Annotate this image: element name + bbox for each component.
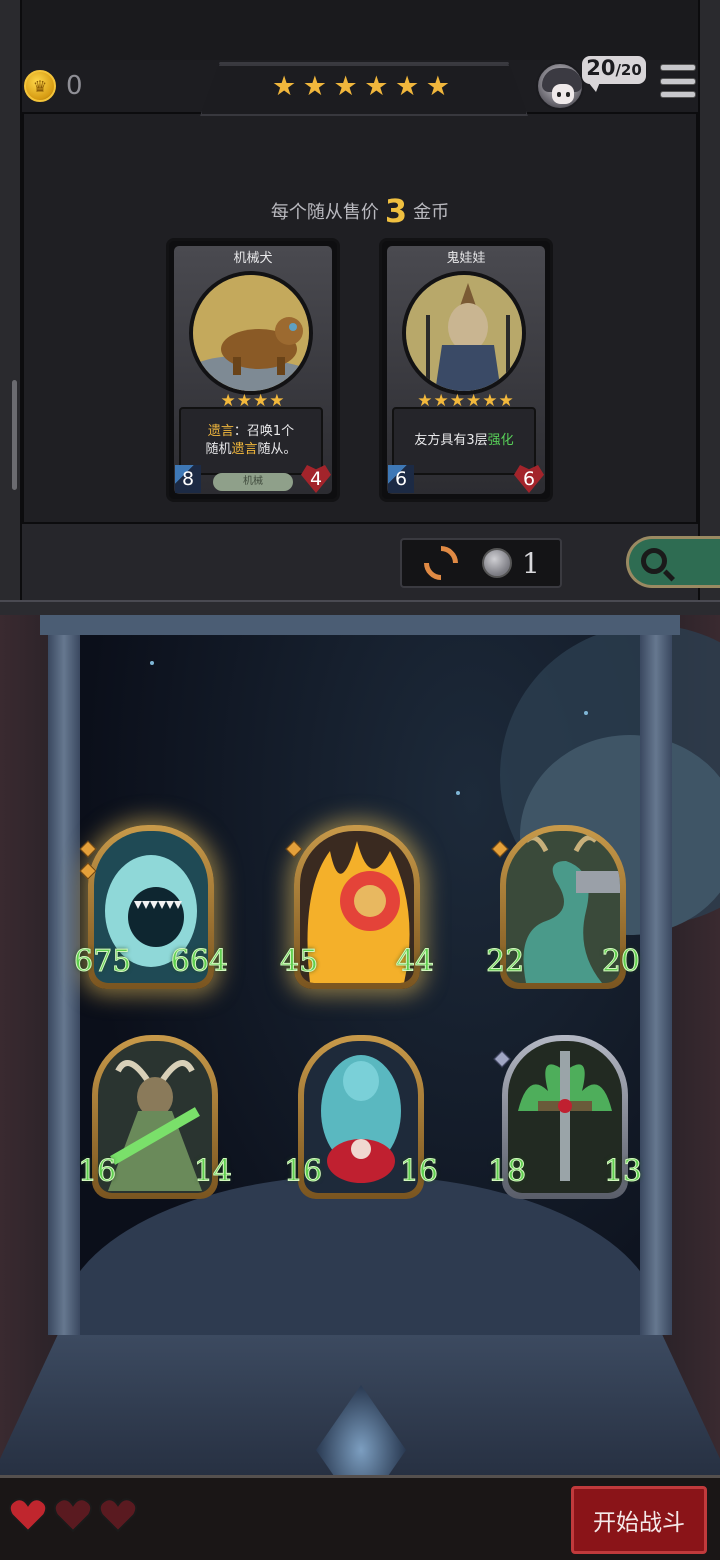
minion-health: 16: [399, 1154, 438, 1190]
turn-counter-current: 20: [586, 56, 616, 80]
card-desc-line: 友方具有3层强化: [414, 432, 513, 450]
minion-attack: 18: [487, 1154, 527, 1190]
desc-text: 友方具有3层: [414, 433, 488, 448]
card-desc-line: 随机遗言随从。: [205, 441, 296, 459]
shop-frame-left: [0, 0, 22, 615]
heart-icon: [98, 1497, 138, 1533]
board-pillar-right: [640, 615, 672, 1335]
minion-health: 44: [395, 944, 434, 980]
refresh-icon: [416, 538, 466, 588]
tier-star-icon: ★: [302, 70, 327, 102]
minion-attack: 16: [77, 1154, 117, 1190]
tier-star-icon: ★: [395, 70, 420, 102]
shop-frame-right: [698, 0, 720, 615]
scrollbar-thumb[interactable]: [12, 380, 17, 490]
shop-frame-bottom: [0, 600, 720, 615]
tier-star-icon: ★: [272, 70, 297, 102]
tier-star-icon: ★: [364, 70, 389, 102]
minion-attack: 16: [283, 1154, 323, 1190]
battle-board: 675 664 45 44 22 20 16 14 16 16 18 13 开始…: [0, 615, 720, 1560]
sky-star: [456, 791, 460, 795]
avatar-eye: [566, 92, 570, 97]
turn-counter-max: /20: [615, 61, 642, 79]
silver-coin-icon: [482, 548, 512, 578]
card-desc-line: 遗言：召唤1个: [208, 423, 294, 441]
minion-attack: 22: [485, 944, 525, 980]
tavern-tier-stars: ★ ★ ★ ★ ★ ★: [272, 70, 450, 102]
search-button[interactable]: [626, 536, 720, 588]
sell-price-value: 3: [384, 192, 408, 230]
desc-text: 随从。: [257, 442, 297, 457]
crown-coin-icon: ♛: [24, 70, 56, 102]
refresh-shop-button[interactable]: 1: [400, 538, 562, 588]
player-avatar[interactable]: [536, 62, 584, 110]
menu-bar: [660, 91, 696, 98]
sell-prefix: 每个随从售价: [270, 202, 379, 223]
sky-star: [584, 711, 588, 715]
card-attack: 8: [175, 465, 201, 493]
shop-panel: ★ ★ ★ ★ ★ ★ ♛ 0 20/20 每个随从售价 3 金币 机械犬 ★★…: [0, 0, 720, 615]
keyword-deathrattle: 遗言: [207, 424, 234, 439]
search-icon-handle: [662, 569, 676, 582]
keyword-empower: 强化: [487, 433, 514, 448]
minion-attack: 675: [73, 944, 132, 980]
tier-star-icon: ★: [425, 70, 450, 102]
card-art-ghost-doll: [402, 271, 526, 395]
card-attack: 6: [388, 465, 414, 493]
shop-inner-panel: [22, 112, 698, 524]
board-minion-6[interactable]: 18 13: [487, 1035, 643, 1199]
heart-icon: [53, 1497, 93, 1533]
minion-health: 13: [603, 1154, 642, 1190]
minion-health: 14: [193, 1154, 232, 1190]
sky-star: [150, 661, 154, 665]
lives-indicator: [8, 1497, 143, 1533]
start-battle-button[interactable]: 开始战斗: [571, 1486, 707, 1554]
sell-suffix: 金币: [413, 202, 450, 223]
board-minion-4[interactable]: 16 14: [77, 1035, 233, 1199]
menu-button[interactable]: [660, 64, 696, 98]
keyword-deathrattle: 遗言: [231, 442, 258, 457]
heart-icon: [8, 1497, 48, 1533]
gold-counter: ♛ 0: [24, 70, 83, 102]
card-tribe-badge: 机械: [213, 473, 293, 491]
card-art-mech-dog: [189, 271, 313, 395]
board-minion-2[interactable]: 45 44: [279, 825, 435, 989]
shop-lower-panel: [22, 524, 698, 600]
minion-health: 20: [601, 944, 640, 980]
shop-card-mech-dog[interactable]: 机械犬 ★★★★ 遗言：召唤1个 随机遗言随从。 8 机械 4: [166, 238, 340, 502]
card-name: 机械犬: [233, 251, 273, 266]
search-icon: [641, 548, 667, 574]
turn-counter-bubble: 20/20: [582, 56, 646, 92]
tier-star-icon: ★: [333, 70, 358, 102]
gold-value: 0: [66, 71, 83, 101]
shop-frame-top: [0, 0, 720, 60]
avatar-face: [552, 84, 574, 104]
refresh-cost: 1: [522, 546, 540, 580]
shop-card-ghost-doll[interactable]: 鬼娃娃 ★★★★★★ 友方具有3层强化 6 6: [379, 238, 553, 502]
avatar-eye: [557, 92, 561, 97]
sell-price-text: 每个随从售价 3 金币: [0, 192, 720, 230]
board-minion-5[interactable]: 16 16: [283, 1035, 439, 1199]
board-top-bar: [40, 615, 680, 635]
minion-health: 664: [170, 944, 228, 980]
desc-text: ：召唤1个: [233, 424, 295, 439]
menu-bar: [660, 77, 696, 85]
minion-attack: 45: [279, 944, 319, 980]
board-minion-1[interactable]: 675 664: [73, 825, 229, 989]
menu-bar: [660, 64, 696, 71]
card-name: 鬼娃娃: [446, 251, 486, 266]
board-minion-3[interactable]: 22 20: [485, 825, 641, 989]
desc-text: 随机: [205, 442, 232, 457]
